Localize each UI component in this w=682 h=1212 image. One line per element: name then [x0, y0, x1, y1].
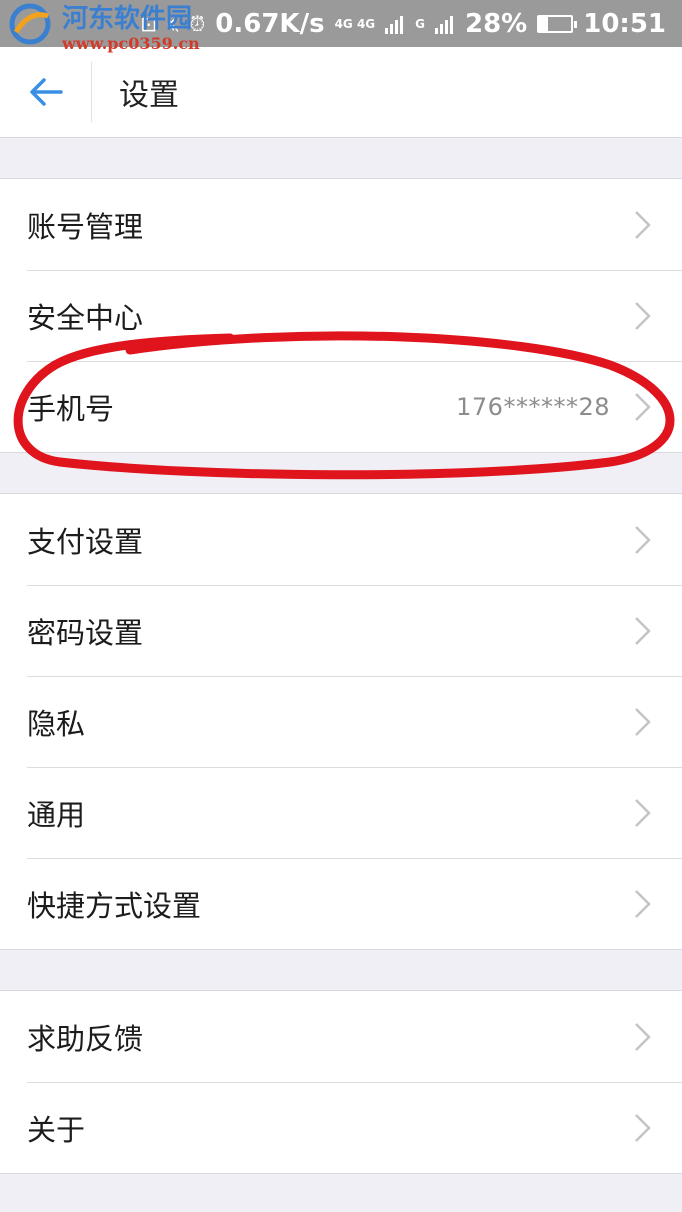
back-arrow-icon — [29, 78, 63, 106]
settings-item[interactable]: 安全中心 — [0, 270, 682, 361]
battery-percent: 28% — [465, 8, 528, 39]
watermark-title: 河东软件园 — [62, 4, 193, 34]
header: 设置 — [0, 47, 682, 138]
settings-item-label: 关于 — [27, 1112, 86, 1147]
settings-group: 支付设置密码设置隐私通用快捷方式设置 — [0, 493, 682, 950]
watermark-url: www.pc0359.cn — [62, 34, 200, 53]
settings-item-label: 支付设置 — [27, 524, 144, 559]
battery-fill — [539, 16, 549, 31]
settings-item[interactable]: 快捷方式设置 — [0, 858, 682, 949]
settings-item-label: 通用 — [27, 797, 86, 832]
group-gap — [0, 453, 682, 493]
settings-item[interactable]: 通用 — [0, 767, 682, 858]
chevron-right-icon — [635, 798, 651, 827]
settings-item-label: 求助反馈 — [27, 1021, 144, 1056]
chevron-right-icon — [635, 210, 651, 239]
signal-icon — [385, 15, 404, 34]
chevron-right-icon — [635, 707, 651, 736]
back-button[interactable] — [0, 62, 92, 122]
settings-item[interactable]: 账号管理 — [0, 179, 682, 270]
chevron-right-icon — [635, 525, 651, 554]
chevron-right-icon — [635, 616, 651, 645]
settings-item-label: 快捷方式设置 — [27, 888, 202, 923]
settings-item-label: 手机号 — [27, 391, 115, 426]
settings-item[interactable]: 支付设置 — [0, 494, 682, 585]
settings-item-label: 账号管理 — [27, 209, 144, 244]
settings-item[interactable]: 求助反馈 — [0, 991, 682, 1082]
settings-list: 账号管理安全中心手机号 176******28 支付设置密码设置隐私通用快捷方式设置… — [0, 138, 682, 1174]
group-gap — [0, 950, 682, 990]
watermark-logo-icon — [9, 3, 51, 45]
chevron-right-icon — [635, 1113, 651, 1142]
settings-item[interactable]: 密码设置 — [0, 585, 682, 676]
chevron-right-icon — [635, 1022, 651, 1051]
page-title: 设置 — [119, 78, 179, 113]
settings-group: 求助反馈 关于 — [0, 990, 682, 1174]
battery-icon — [537, 14, 578, 33]
network-speed: 0.67K/s — [215, 8, 325, 39]
chevron-right-icon — [635, 301, 651, 330]
settings-item-label: 安全中心 — [27, 300, 144, 335]
chevron-right-icon — [635, 392, 651, 421]
settings-item-label: 隐私 — [27, 706, 86, 741]
settings-item[interactable]: 手机号 176******28 — [0, 361, 682, 452]
watermark: 河东软件园 www.pc0359.cn — [4, 2, 200, 52]
signal-icon-2 — [435, 15, 453, 34]
clock: 10:51 — [583, 8, 666, 39]
settings-item[interactable]: 关于 — [0, 1082, 682, 1173]
network-type-4g: 4G 4G — [334, 16, 376, 31]
status-bar: 河东软件园 www.pc0359.cn ⊡ 🔇︎ ⏰︎ 0.67K/s 4G 4… — [0, 0, 682, 52]
settings-item-value: 176******28 — [456, 392, 610, 421]
settings-group: 账号管理安全中心手机号 176******28 — [0, 178, 682, 453]
network-type-g: G — [415, 16, 425, 31]
chevron-right-icon — [635, 889, 651, 918]
settings-item[interactable]: 隐私 — [0, 676, 682, 767]
group-gap — [0, 138, 682, 178]
settings-item-label: 密码设置 — [27, 615, 144, 650]
